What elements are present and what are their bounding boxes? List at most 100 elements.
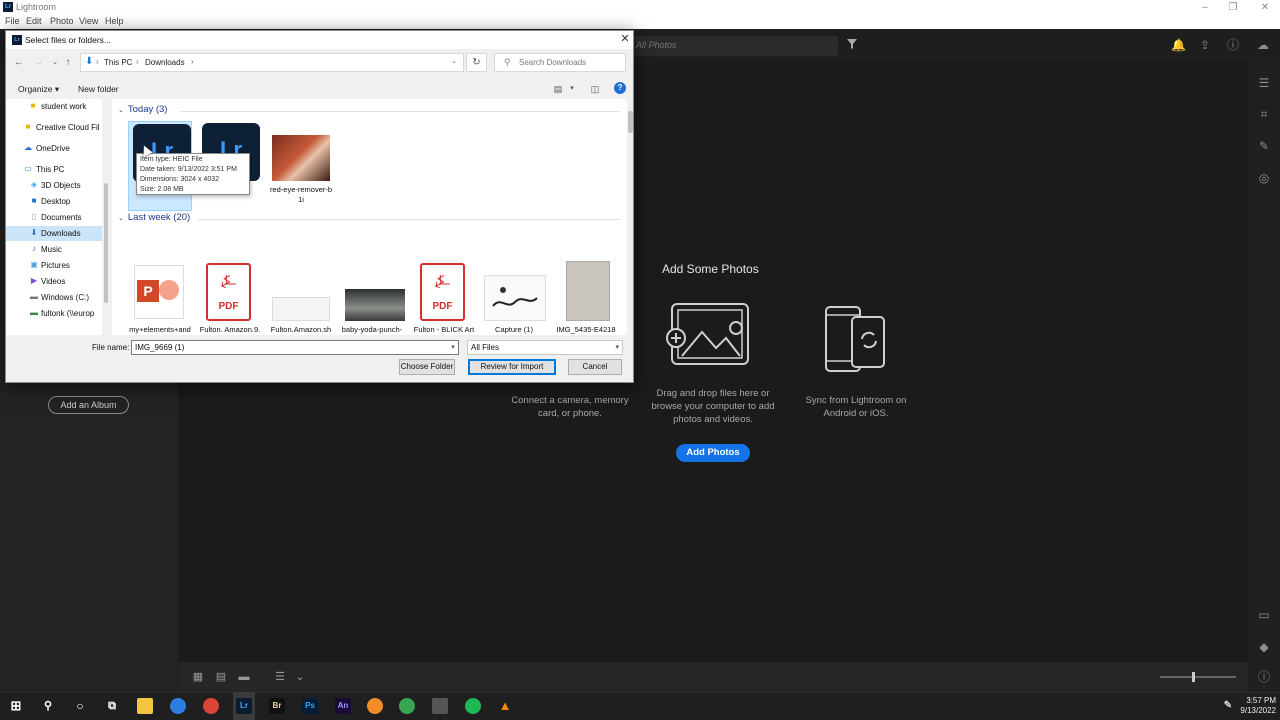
file-name-dropdown-icon[interactable]: ▾	[447, 340, 459, 355]
chrome-icon[interactable]	[203, 698, 219, 714]
file-type-select[interactable]: All Files ▾	[467, 340, 623, 355]
photoshop-icon[interactable]: Ps	[302, 698, 318, 714]
maximize-button[interactable]: ❐	[1218, 0, 1248, 15]
edge-icon[interactable]	[170, 698, 186, 714]
filter-icon[interactable]	[846, 38, 858, 50]
files-scrollbar[interactable]	[627, 99, 633, 335]
info-icon[interactable]: ⓘ	[1257, 670, 1271, 684]
slider-handle[interactable]	[1192, 672, 1195, 682]
refresh-button[interactable]: ↻	[466, 53, 487, 72]
choose-folder-button[interactable]: Choose Folder	[399, 359, 455, 375]
task-view-icon[interactable]: ⧉	[104, 698, 120, 714]
calculator-icon[interactable]	[432, 698, 448, 714]
cancel-button[interactable]: Cancel	[568, 359, 622, 375]
spotify-icon[interactable]	[465, 698, 481, 714]
documents-icon: ▯	[31, 212, 37, 221]
dialog-help-icon[interactable]: ?	[614, 82, 626, 94]
windows-start-icon[interactable]: ⊞	[8, 698, 24, 714]
file-tile-red-eye[interactable]: red-eye-remover-b1i	[269, 121, 333, 211]
recent-dropdown-icon[interactable]: ⌄	[49, 57, 61, 69]
nav-item-windows-c[interactable]: ▬ Windows (C:)	[6, 290, 102, 305]
sync-instruction: Sync from Lightroom on Android or iOS.	[805, 395, 907, 419]
menu-photo[interactable]: Photo	[50, 16, 74, 26]
file-tile-shopping-cart[interactable]: Fulton.Amazon.shopping cart	[269, 261, 333, 335]
breadcrumb-this-pc[interactable]: This PC	[104, 58, 132, 67]
photo-grid-icon[interactable]: ▤	[215, 671, 227, 683]
nav-item-this-pc[interactable]: ▭ This PC	[6, 162, 102, 177]
nav-item-desktop[interactable]: ■ Desktop	[6, 194, 102, 209]
breadcrumb-downloads[interactable]: Downloads	[145, 58, 185, 67]
animate-icon[interactable]: An	[335, 698, 351, 714]
nav-item-videos[interactable]: ▶ Videos	[6, 274, 102, 289]
nav-item-documents[interactable]: ▯ Documents	[6, 210, 102, 225]
file-tile-img-5435[interactable]: IMG_5435-E4218	[554, 261, 618, 335]
up-arrow-icon[interactable]: ↑	[62, 57, 74, 69]
organize-menu[interactable]: Organize ▾	[18, 84, 59, 95]
masking-icon[interactable]: ◎	[1257, 171, 1271, 185]
file-explorer-icon[interactable]	[137, 698, 153, 714]
blender-icon[interactable]	[367, 698, 383, 714]
add-album-button[interactable]: Add an Album	[48, 396, 129, 414]
file-tile-pdf-blick[interactable]: ⍼ PDF Fulton - BLICK Art Materials	[412, 261, 476, 335]
bell-icon[interactable]: 🔔	[1171, 38, 1186, 52]
view-options-icon[interactable]: ▤	[552, 84, 564, 94]
cortana-icon[interactable]: ○	[72, 698, 88, 714]
app-icon-green[interactable]	[399, 698, 415, 714]
crop-icon[interactable]: ⌗	[1257, 107, 1271, 121]
share-icon[interactable]: ⇪	[1198, 38, 1212, 52]
group-header-last-week[interactable]: ⌄ Last week (20)	[118, 212, 190, 223]
back-arrow-icon[interactable]: ←	[13, 57, 25, 69]
files-scrollbar-thumb[interactable]	[628, 111, 633, 133]
view-dropdown-icon[interactable]: ▾	[566, 84, 578, 94]
file-tile-pdf-amazon[interactable]: ⍼ PDF Fulton. Amazon.9.9.22	[198, 261, 262, 335]
minimize-button[interactable]: –	[1190, 0, 1220, 15]
nav-scrollbar-thumb[interactable]	[104, 183, 108, 303]
square-grid-icon[interactable]: ▦	[192, 671, 204, 683]
file-tile-ppt[interactable]: P my+elements+and+principles+	[128, 261, 192, 335]
comment-icon[interactable]: ▭	[1257, 608, 1271, 622]
search-downloads-input[interactable]: ⚲ Search Downloads	[494, 53, 626, 72]
nav-item-student-work[interactable]: ■ student work	[6, 99, 102, 114]
nav-item-downloads[interactable]: ⬇ Downloads	[6, 226, 102, 241]
nav-item-network-drive[interactable]: ▬ fultonk (\\europ	[6, 306, 102, 321]
file-tile-baby-yoda[interactable]: baby-yoda-punch-punch	[340, 261, 405, 335]
new-folder-button[interactable]: New folder	[78, 84, 119, 94]
menu-file[interactable]: File	[5, 16, 20, 26]
nav-item-creative-cloud[interactable]: ■ Creative Cloud Fil	[6, 120, 102, 135]
nav-item-music[interactable]: ♪ Music	[6, 242, 102, 257]
review-for-import-button[interactable]: Review for Import	[468, 359, 556, 375]
collapse-chevron-icon: ⌄	[118, 215, 124, 222]
cloud-icon[interactable]: ☁	[1256, 38, 1270, 52]
thumbnail-size-slider[interactable]	[1160, 676, 1236, 678]
file-name-input[interactable]: IMG_9669 (1)	[131, 340, 459, 355]
group-header-today[interactable]: ⌄ Today (3)	[118, 104, 167, 115]
menu-help[interactable]: Help	[105, 16, 124, 26]
address-bar[interactable]: ⬇ › This PC › Downloads › ⌄	[80, 53, 464, 72]
preview-pane-icon[interactable]: ◫	[589, 84, 601, 94]
sort-icon[interactable]: ☰	[274, 671, 286, 683]
photo-search-input[interactable]: All Photos	[628, 36, 838, 56]
close-window-button[interactable]: ✕	[1250, 0, 1280, 15]
file-tile-capture[interactable]: Capture (1)	[482, 261, 546, 335]
search-icon[interactable]: ⚲	[40, 698, 56, 714]
bridge-icon[interactable]: Br	[269, 698, 285, 714]
vlc-icon[interactable]: ▲	[497, 698, 513, 714]
address-dropdown-icon[interactable]: ⌄	[451, 57, 457, 65]
menu-edit[interactable]: Edit	[26, 16, 42, 26]
menu-view[interactable]: View	[79, 16, 98, 26]
add-photos-button[interactable]: Add Photos	[676, 444, 750, 462]
help-icon[interactable]: ⓘ	[1226, 38, 1240, 52]
healing-icon[interactable]: ✎	[1257, 139, 1271, 153]
pen-icon[interactable]: ✎	[1220, 698, 1236, 714]
nav-item-onedrive[interactable]: ☁ OneDrive	[6, 141, 102, 156]
dialog-close-button[interactable]: ✕	[618, 32, 632, 46]
nav-item-pictures[interactable]: ▣ Pictures	[6, 258, 102, 273]
detail-view-icon[interactable]: ▬	[238, 671, 250, 683]
sort-dropdown-icon[interactable]: ⌄	[294, 671, 306, 683]
nav-item-3d-objects[interactable]: ◈ 3D Objects	[6, 178, 102, 193]
lightroom-taskbar-icon[interactable]: Lr	[236, 698, 252, 714]
edit-sliders-icon[interactable]: ☰	[1257, 76, 1271, 90]
tag-icon[interactable]: ◆	[1257, 640, 1271, 654]
system-clock[interactable]: 3:57 PM 9/13/2022	[1238, 696, 1276, 716]
forward-arrow-icon[interactable]: →	[32, 57, 44, 69]
